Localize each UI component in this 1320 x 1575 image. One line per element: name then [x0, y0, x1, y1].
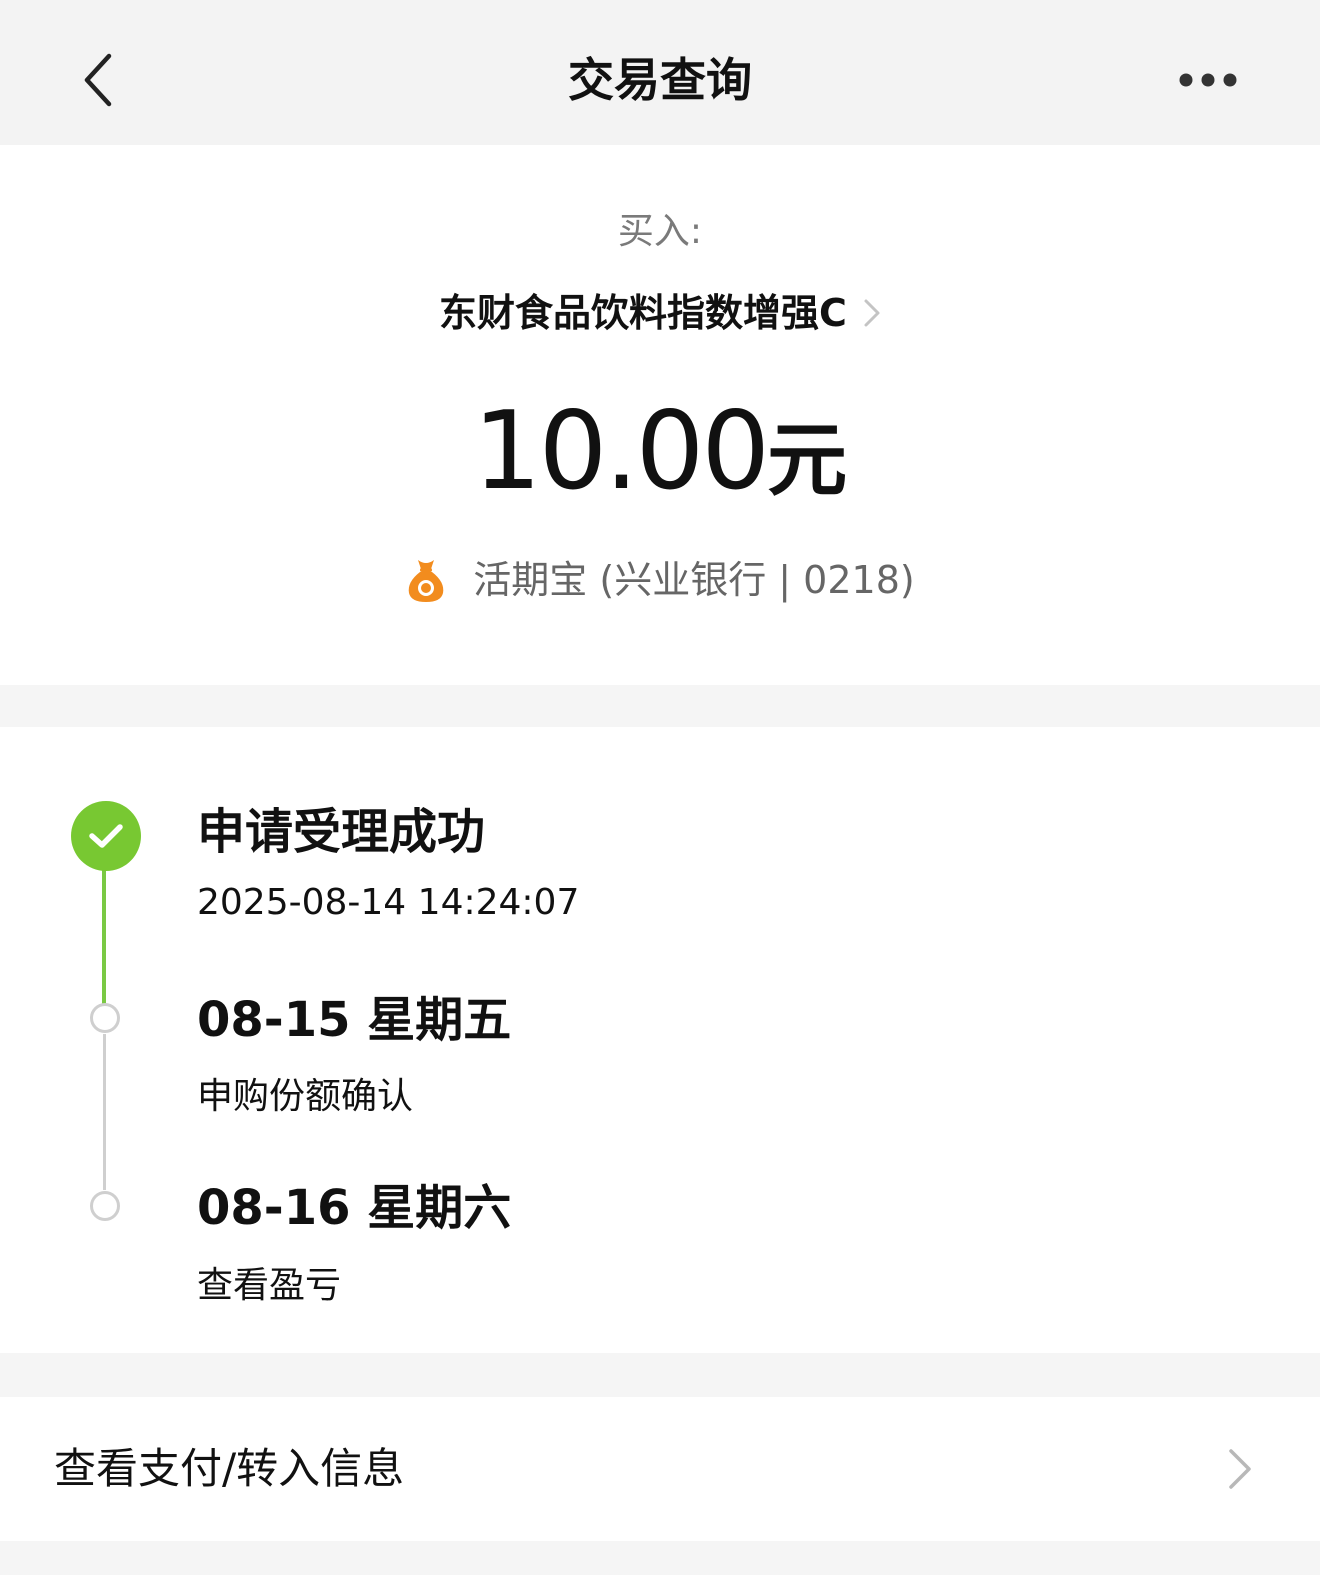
step-2-subtitle: 申购份额确认 — [197, 1076, 414, 1117]
step-1-subtitle: 2025-08-14 14:24:07 — [197, 882, 580, 923]
step-1-title: 申请受理成功 — [197, 804, 486, 860]
chevron-right-icon — [1222, 1441, 1258, 1497]
fund-name: 东财食品饮料指数增强C — [439, 291, 847, 335]
payment-method-text: 活期宝 (兴业银行 | 0218) — [473, 558, 915, 602]
payment-info-label: 查看支付/转入信息 — [54, 1444, 405, 1493]
amount-unit: 元 — [767, 414, 848, 507]
trade-amount: 10.00元 — [0, 387, 1320, 517]
progress-timeline: 申请受理成功 2025-08-14 14:24:07 08-15 星期五 申购份… — [0, 727, 1320, 1353]
step-3-title: 08-16 星期六 — [197, 1180, 512, 1236]
step-done-check-icon — [71, 801, 141, 871]
timeline-connector-pending — [103, 1034, 106, 1190]
trade-type-label: 买入: — [617, 211, 703, 252]
payment-info-row[interactable]: 查看支付/转入信息 — [0, 1397, 1320, 1541]
chevron-right-icon — [864, 299, 880, 327]
step-pending-circle-icon — [90, 1191, 120, 1221]
amount-value: 10.00 — [472, 389, 770, 514]
timeline-connector-done — [102, 864, 106, 1004]
payment-method: 活期宝 (兴业银行 | 0218) — [0, 550, 1320, 610]
nav-bar: 交易查询 — [0, 0, 1320, 145]
more-button[interactable] — [1170, 56, 1246, 104]
more-dots-icon — [1179, 73, 1237, 87]
fund-link[interactable]: 东财食品饮料指数增强C — [0, 283, 1320, 343]
step-pending-circle-icon — [90, 1003, 120, 1033]
money-bag-icon — [409, 560, 444, 602]
trade-summary-card: 买入: 东财食品饮料指数增强C 10.00元 活期宝 (兴业银行 | 0218) — [0, 145, 1320, 685]
step-3-subtitle: 查看盈亏 — [197, 1265, 342, 1306]
page-title: 交易查询 — [568, 53, 752, 107]
step-2-title: 08-15 星期五 — [197, 992, 512, 1048]
